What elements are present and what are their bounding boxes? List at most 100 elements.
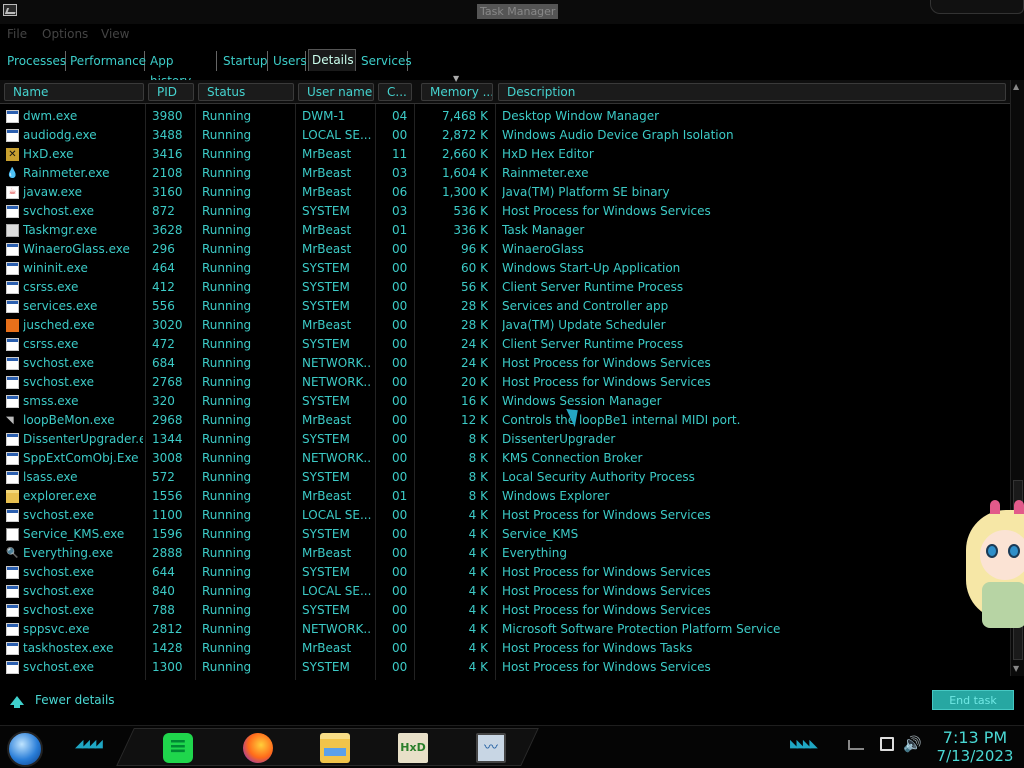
process-user-name: SYSTEM	[302, 261, 350, 275]
column-header-cpu[interactable]: C...	[378, 83, 412, 101]
tab-services[interactable]: Services	[358, 51, 412, 71]
table-row[interactable]: SppExtComObj.Exe 3008 Running NETWORK... 00 8…	[0, 449, 1010, 468]
process-name: dwm.exe	[23, 109, 78, 123]
process-icon	[6, 148, 19, 161]
process-icon	[6, 376, 19, 389]
tab-users[interactable]: Users	[270, 51, 307, 71]
process-pid: 556	[152, 299, 175, 313]
table-row[interactable]: svchost.exe 644 Running SYSTEM 00 4 K Host Pro…	[0, 563, 1010, 582]
fewer-details-link[interactable]: Fewer details	[35, 693, 115, 707]
tab-startup[interactable]: Startup	[220, 51, 268, 71]
table-row[interactable]: svchost.exe 840 Running LOCAL SE... 00 4 K Hos…	[0, 582, 1010, 601]
table-row[interactable]: services.exe 556 Running SYSTEM 00 28 K Servic…	[0, 297, 1010, 316]
task-manager-app-icon[interactable]	[3, 4, 17, 16]
process-icon	[6, 414, 19, 427]
decor-chevron-icon: ◣◣◣◣	[790, 737, 818, 750]
process-status: Running	[202, 185, 252, 199]
table-row[interactable]: Everything.exe 2888 Running MrBeast 00 4 K Eve…	[0, 544, 1010, 563]
process-description: DissenterUpgrader	[502, 432, 616, 446]
table-row[interactable]: Rainmeter.exe 2108 Running MrBeast 03 1,604 K…	[0, 164, 1010, 183]
tab-app-history[interactable]: App history	[147, 51, 217, 88]
process-cpu: 00	[392, 375, 408, 389]
network-icon[interactable]	[880, 737, 894, 751]
process-icon	[6, 433, 19, 446]
table-row[interactable]: lsass.exe 572 Running SYSTEM 00 8 K Local Secu…	[0, 468, 1010, 487]
table-row[interactable]: WinaeroGlass.exe 296 Running MrBeast 00 96 K W…	[0, 240, 1010, 259]
tab-performance[interactable]: Performance	[67, 51, 146, 71]
show-hidden-icons-icon[interactable]	[848, 740, 864, 750]
menu-options[interactable]: Options	[42, 27, 88, 41]
process-icon	[6, 281, 19, 294]
table-row[interactable]: Service_KMS.exe 1596 Running SYSTEM 00 4 K Ser…	[0, 525, 1010, 544]
process-memory: 7,468 K	[441, 109, 488, 123]
table-row[interactable]: taskhostex.exe 1428 Running MrBeast 00 4 K Hos…	[0, 639, 1010, 658]
table-row[interactable]: svchost.exe 872 Running SYSTEM 03 536 K Host P…	[0, 202, 1010, 221]
process-user-name: DWM-1	[302, 109, 346, 123]
footer-bar: Fewer details End task	[0, 680, 1024, 725]
spotify-icon[interactable]	[163, 733, 193, 763]
process-pid: 2888	[152, 546, 183, 560]
table-row[interactable]: svchost.exe 2768 Running NETWORK... 00 20 K Ho…	[0, 373, 1010, 392]
column-header-description[interactable]: Description	[498, 83, 1006, 101]
file-explorer-icon[interactable]	[320, 733, 350, 763]
process-description: Client Server Runtime Process	[502, 337, 684, 351]
process-memory: 16 K	[461, 394, 488, 408]
process-user-name: NETWORK...	[302, 622, 372, 636]
firefox-icon[interactable]	[243, 733, 273, 763]
table-row[interactable]: jusched.exe 3020 Running MrBeast 00 28 K Java(…	[0, 316, 1010, 335]
process-status: Running	[202, 470, 252, 484]
scroll-up-icon[interactable]: ▲	[1013, 82, 1019, 91]
process-memory: 336 K	[453, 223, 488, 237]
process-user-name: SYSTEM	[302, 432, 350, 446]
end-task-button[interactable]: End task	[932, 690, 1014, 710]
window-controls[interactable]	[930, 0, 1024, 14]
column-header-memory[interactable]: Memory ...	[421, 83, 493, 101]
table-row[interactable]: svchost.exe 1300 Running SYSTEM 00 4 K Host Pr…	[0, 658, 1010, 677]
table-row[interactable]: dwm.exe 3980 Running DWM-1 04 7,468 K Desktop …	[0, 107, 1010, 126]
table-row[interactable]: svchost.exe 684 Running NETWORK... 00 24 K Hos…	[0, 354, 1010, 373]
clock-time[interactable]: 7:13 PM	[930, 728, 1020, 747]
process-cpu: 00	[392, 584, 408, 598]
table-row[interactable]: javaw.exe 3160 Running MrBeast 06 1,300 K Java…	[0, 183, 1010, 202]
tab-processes[interactable]: Processes	[4, 51, 66, 71]
column-header-status[interactable]: Status	[198, 83, 294, 101]
column-header-pid[interactable]: PID	[148, 83, 194, 101]
clock-date[interactable]: 7/13/2023	[930, 747, 1020, 765]
tab-details[interactable]: Details	[308, 49, 356, 71]
table-row[interactable]: loopBeMon.exe2968RunningMrBeast0012 KCon…	[0, 411, 1010, 430]
process-name: svchost.exe	[23, 375, 94, 389]
task-manager-icon[interactable]	[476, 733, 506, 763]
process-icon	[6, 357, 19, 370]
process-status: Running	[202, 641, 252, 655]
process-description: Java(TM) Platform SE binary	[502, 185, 670, 199]
table-row[interactable]: audiodg.exe 3488 Running LOCAL SE... 00 2,872…	[0, 126, 1010, 145]
volume-icon[interactable]: 🔊	[903, 735, 922, 753]
process-memory: 24 K	[461, 337, 488, 351]
arrow-up-icon[interactable]	[10, 696, 24, 708]
table-row[interactable]: csrss.exe 412 Running SYSTEM 00 56 K Client Se…	[0, 278, 1010, 297]
column-header-name[interactable]: Name	[4, 83, 144, 101]
menu-view[interactable]: View	[101, 27, 129, 41]
table-row[interactable]: DissenterUpgrader.exe 1344 Running SYSTEM 00…	[0, 430, 1010, 449]
process-description: Host Process for Windows Services	[502, 584, 711, 598]
start-button-icon[interactable]	[7, 731, 43, 767]
table-row[interactable]: explorer.exe 1556 Running MrBeast 01 8 K Windo…	[0, 487, 1010, 506]
table-row[interactable]: wininit.exe 464 Running SYSTEM 00 60 K Windows…	[0, 259, 1010, 278]
table-row[interactable]: csrss.exe 472 Running SYSTEM 00 24 K Client Se…	[0, 335, 1010, 354]
table-row[interactable]: svchost.exe 788 Running SYSTEM 00 4 K Host Pro…	[0, 601, 1010, 620]
table-row[interactable]: smss.exe 320 Running SYSTEM 00 16 K Windows Se…	[0, 392, 1010, 411]
column-header-user-name[interactable]: User name	[298, 83, 374, 101]
table-row[interactable]: Taskmgr.exe 3628 Running MrBeast 01 336 K Task…	[0, 221, 1010, 240]
scroll-down-icon[interactable]: ▼	[1013, 664, 1019, 673]
table-row[interactable]: HxD.exe 3416 Running MrBeast 11 2,660 K HxD He…	[0, 145, 1010, 164]
hxd-icon[interactable]	[398, 733, 428, 763]
process-cpu: 00	[392, 242, 408, 256]
process-description: Microsoft Software Protection Platform S…	[502, 622, 781, 636]
process-cpu: 00	[392, 470, 408, 484]
process-user-name: SYSTEM	[302, 527, 350, 541]
table-row[interactable]: svchost.exe 1100 Running LOCAL SE... 00 4 K Ho…	[0, 506, 1010, 525]
process-memory: 536 K	[453, 204, 488, 218]
table-row[interactable]: sppsvc.exe 2812 Running NETWORK... 00 4 K Micr…	[0, 620, 1010, 639]
taskbar: ◢◢◢◢ ◣◣◣◣ 🔊 7:13 PM 7/13/2023	[0, 725, 1024, 768]
menu-file[interactable]: File	[7, 27, 27, 41]
